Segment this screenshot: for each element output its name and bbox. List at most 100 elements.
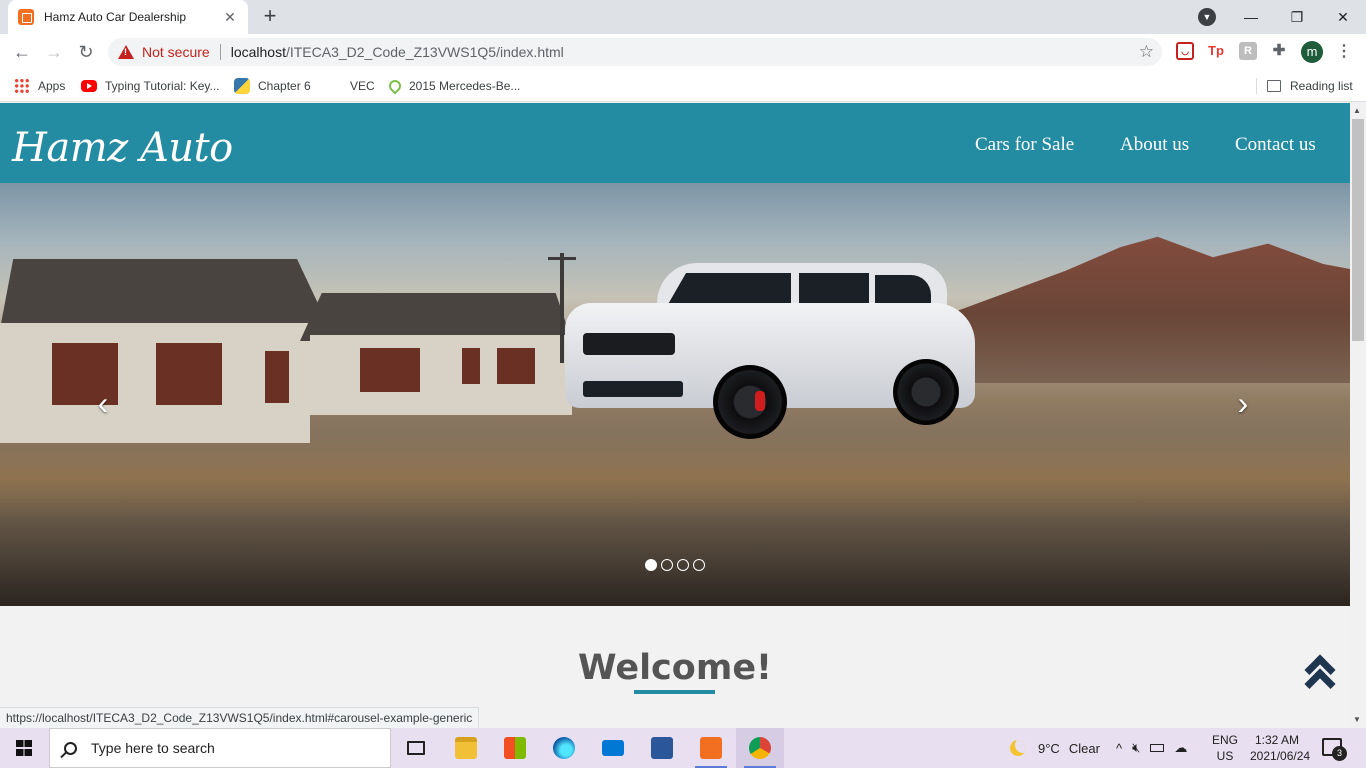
start-button[interactable] <box>0 728 48 768</box>
bookmark-label: Apps <box>38 79 66 93</box>
reading-list-button[interactable]: Reading list <box>1267 76 1353 96</box>
bookmark-label: Chapter 6 <box>258 79 311 93</box>
chrome-button[interactable] <box>736 728 784 768</box>
bookmark-star-icon[interactable]: ☆ <box>1139 42 1154 62</box>
bookmarks-divider <box>1256 78 1257 94</box>
edge-button[interactable] <box>540 728 588 768</box>
carousel-indicator[interactable] <box>677 559 689 571</box>
page-scrollbar[interactable]: ▲ ▼ <box>1350 103 1366 728</box>
mail-icon <box>602 740 624 756</box>
taskbar-search-placeholder: Type here to search <box>91 740 215 756</box>
site-logo[interactable]: Hamz Auto <box>12 125 233 171</box>
suv-lower-intake <box>583 381 683 397</box>
carousel-indicator[interactable] <box>661 559 673 571</box>
bookmark-label: 2015 Mercedes-Be... <box>409 79 521 93</box>
apps-grid-icon <box>14 78 30 94</box>
folder-icon <box>455 737 477 759</box>
building-roof <box>0 259 330 329</box>
bookmarks-bar: Apps Typing Tutorial: Key... Chapter 6 V… <box>0 70 1366 102</box>
forward-button[interactable]: → <box>42 40 66 64</box>
close-window-button[interactable]: ✕ <box>1320 0 1366 34</box>
grammar-extension-icon[interactable]: R <box>1239 42 1257 60</box>
building-wall <box>0 323 310 443</box>
word-button[interactable] <box>638 728 686 768</box>
speaker-muted-icon[interactable]: 🔇︎ <box>1132 740 1140 756</box>
back-button[interactable]: ← <box>10 40 34 64</box>
input-language[interactable]: ENG US <box>1210 732 1240 764</box>
show-hidden-icons-icon[interactable]: ^ <box>1116 741 1122 756</box>
ground-sheen <box>0 433 1350 523</box>
security-status[interactable]: Not secure <box>142 44 210 60</box>
extensions-puzzle-icon[interactable]: ✚ <box>1270 42 1288 60</box>
heading-underline <box>634 690 715 694</box>
bookmark-label: VEC <box>350 79 375 93</box>
bookmark-apps[interactable]: Apps <box>14 76 65 96</box>
utility-pole-arm <box>548 257 576 260</box>
chrome-icon <box>749 737 771 759</box>
bookmark-typing-tutorial[interactable]: Typing Tutorial: Key... <box>81 76 220 96</box>
mail-button[interactable] <box>589 728 637 768</box>
profile-avatar[interactable]: m <box>1301 41 1323 63</box>
python-icon <box>234 78 250 94</box>
carousel-indicator[interactable] <box>645 559 657 571</box>
bookmark-chapter-6[interactable]: Chapter 6 <box>234 76 311 96</box>
building-window <box>360 348 420 392</box>
address-bar[interactable]: Not secure localhost /ITECA3_D2_Code_Z13… <box>108 38 1162 66</box>
taskbar-clock[interactable]: 1:32 AM 2021/06/24 <box>1250 732 1311 764</box>
tab-search-icon[interactable]: ▼ <box>1198 8 1216 26</box>
clock-date: 2021/06/24 <box>1250 749 1311 763</box>
bookmark-vec[interactable]: VEC <box>326 76 375 96</box>
windows-taskbar: Type here to search 9°C Clear ^ 🔇︎ ☁ ENG… <box>0 728 1366 768</box>
back-to-top-icon[interactable] <box>1304 651 1337 700</box>
omnibox-divider <box>219 44 221 60</box>
building-roof <box>300 293 572 341</box>
hero-carousel: ‹ › <box>0 183 1350 606</box>
task-view-button[interactable] <box>392 728 440 768</box>
carousel-next-icon[interactable]: › <box>1228 387 1258 419</box>
restore-button[interactable]: ❐ <box>1274 0 1320 34</box>
file-explorer-button[interactable] <box>442 728 490 768</box>
blank-page-icon <box>326 78 342 94</box>
carousel-indicator[interactable] <box>693 559 705 571</box>
battery-icon[interactable] <box>1150 744 1165 752</box>
microsoft-store-button[interactable] <box>491 728 539 768</box>
nav-about-us[interactable]: About us <box>1120 134 1189 156</box>
building-window <box>265 351 289 403</box>
reload-button[interactable]: ↻ <box>74 40 98 64</box>
network-icon[interactable]: ☁ <box>1174 740 1187 756</box>
scroll-up-icon[interactable]: ▲ <box>1353 106 1361 115</box>
notification-badge: 3 <box>1332 746 1347 761</box>
youtube-icon <box>81 80 97 92</box>
building-window <box>156 343 222 405</box>
nav-contact-us[interactable]: Contact us <box>1235 134 1316 156</box>
warning-icon <box>118 45 134 59</box>
taskbar-search-box[interactable]: Type here to search <box>49 728 391 768</box>
weather-widget[interactable]: 9°C Clear <box>1010 728 1100 768</box>
leaf-icon <box>386 77 404 95</box>
carousel-prev-icon[interactable]: ‹ <box>88 387 118 419</box>
weather-temperature: 9°C <box>1038 740 1060 756</box>
word-icon <box>651 737 673 759</box>
browser-tab-active[interactable]: Hamz Auto Car Dealership ✕ <box>8 0 248 34</box>
link-status-bubble: https://localhost/ITECA3_D2_Code_Z13VWS1… <box>0 707 480 728</box>
bookmark-mercedes[interactable]: 2015 Mercedes-Be... <box>386 76 521 96</box>
pocket-extension-icon[interactable]: ◡ <box>1176 42 1194 60</box>
scroll-down-icon[interactable]: ▼ <box>1353 715 1361 724</box>
scroll-thumb[interactable] <box>1352 119 1364 341</box>
tab-close-icon[interactable]: ✕ <box>222 9 238 26</box>
building-window <box>497 348 535 384</box>
utility-pole <box>560 253 564 363</box>
browser-tab-strip: Hamz Auto Car Dealership ✕ + ▼ — ❐ ✕ <box>0 0 1366 34</box>
nav-cars-for-sale[interactable]: Cars for Sale <box>975 134 1074 156</box>
minimize-button[interactable]: — <box>1228 0 1274 34</box>
browser-menu-icon[interactable]: ⋮ <box>1336 41 1352 63</box>
new-tab-button[interactable]: + <box>258 5 282 28</box>
region-code: US <box>1216 749 1234 763</box>
weather-condition: Clear <box>1068 740 1100 756</box>
system-tray-icons: ^ 🔇︎ ☁ <box>1116 728 1187 768</box>
store-bag-icon <box>504 737 526 759</box>
xampp-button[interactable] <box>687 728 735 768</box>
tp-extension-icon[interactable]: Tp <box>1207 42 1225 60</box>
task-view-icon <box>407 741 425 755</box>
edge-icon <box>553 737 575 759</box>
